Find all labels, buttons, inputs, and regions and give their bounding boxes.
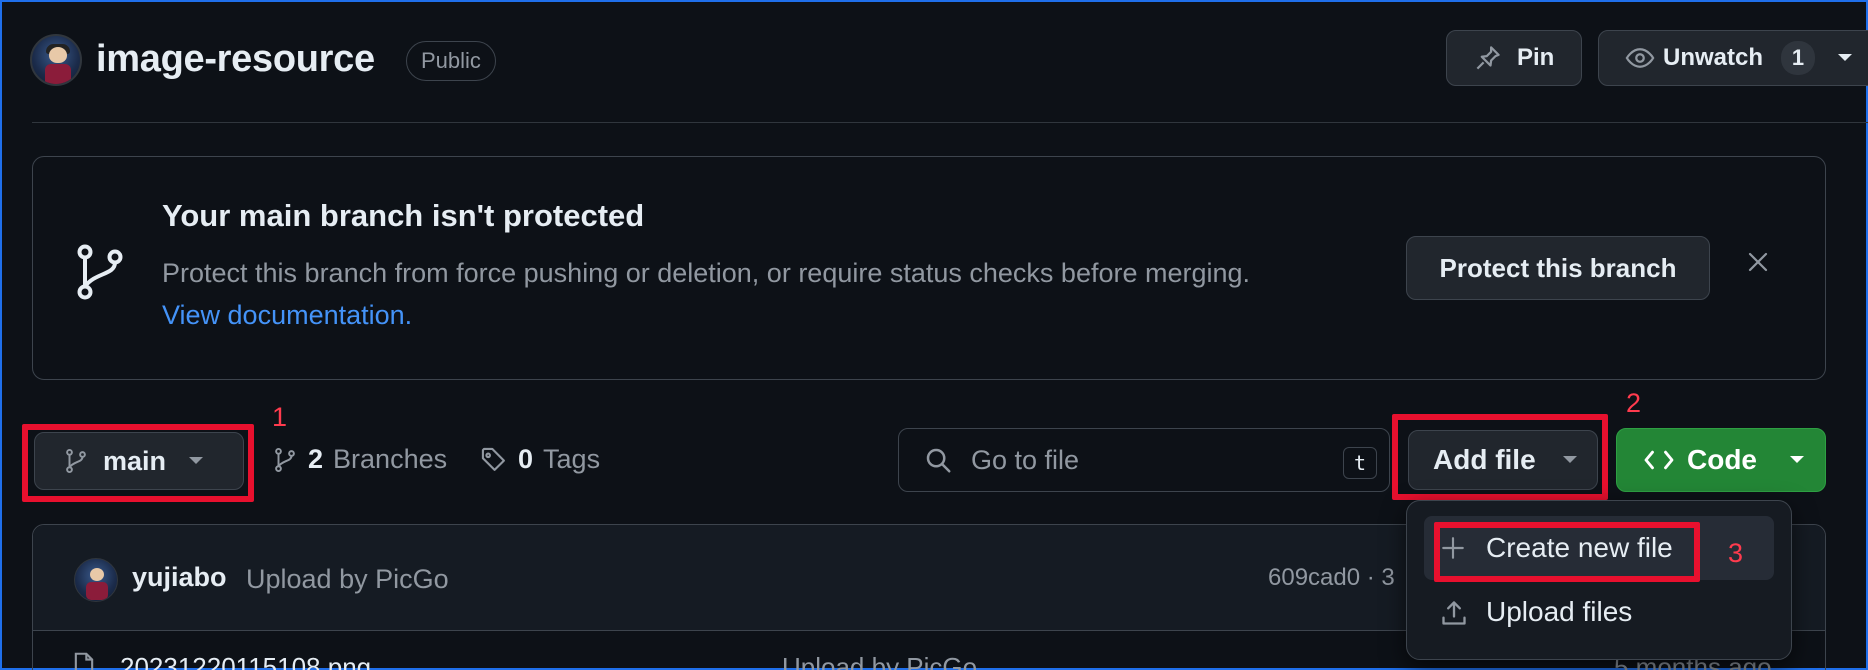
- tags-count: 0: [518, 444, 534, 474]
- file-icon: [72, 652, 96, 670]
- annotation-number-1: 1: [272, 402, 288, 432]
- upload-files-label[interactable]: Upload files: [1486, 596, 1632, 628]
- annotation-number-3: 3: [1728, 538, 1744, 568]
- close-icon[interactable]: [1746, 250, 1770, 274]
- annotation-box-1: [22, 424, 254, 502]
- banner-description-text: Protect this branch from force pushing o…: [162, 258, 1251, 288]
- visibility-badge: Public: [406, 41, 496, 81]
- avatar[interactable]: [74, 558, 118, 602]
- git-branch-icon: [70, 242, 130, 302]
- go-to-file-search[interactable]: t: [898, 428, 1390, 492]
- pin-label: Pin: [1517, 44, 1555, 71]
- shortcut-key: t: [1343, 447, 1377, 479]
- commit-message[interactable]: Upload by PicGo: [246, 564, 449, 595]
- banner-title: Your main branch isn't protected: [162, 198, 645, 233]
- eye-icon: [1625, 43, 1655, 73]
- tag-icon: [480, 446, 508, 474]
- pin-icon: [1473, 43, 1503, 73]
- header-divider: [32, 122, 1868, 123]
- watch-count: 1: [1781, 41, 1816, 75]
- code-button[interactable]: Code: [1616, 428, 1826, 492]
- upload-icon: [1440, 599, 1468, 627]
- commit-author[interactable]: yujiabo: [132, 562, 227, 593]
- chevron-down-icon[interactable]: [1837, 53, 1853, 63]
- pin-button[interactable]: Pin: [1446, 30, 1582, 86]
- annotation-box-3: [1434, 522, 1700, 582]
- chevron-down-icon: [1789, 455, 1805, 465]
- file-name[interactable]: 20231220115108.png: [120, 652, 371, 670]
- branches-count: 2: [308, 444, 324, 474]
- protect-branch-button[interactable]: Protect this branch: [1406, 236, 1710, 300]
- search-input[interactable]: [971, 444, 1331, 476]
- file-commit-message[interactable]: Upload by PicGo: [782, 652, 977, 670]
- view-documentation-link[interactable]: View documentation.: [162, 300, 412, 330]
- git-branch-icon: [272, 447, 298, 473]
- branches-label: Branches: [333, 444, 448, 474]
- owner-avatar[interactable]: [30, 34, 82, 86]
- code-icon: [1643, 447, 1675, 473]
- code-label: Code: [1687, 444, 1757, 475]
- banner-description: Protect this branch from force pushing o…: [162, 252, 1282, 336]
- search-icon: [923, 445, 953, 475]
- annotation-number-2: 2: [1626, 388, 1642, 418]
- commit-hash[interactable]: 609cad0 · 3: [1268, 564, 1395, 592]
- tags-label: Tags: [543, 444, 601, 474]
- watch-label: Unwatch: [1663, 44, 1764, 71]
- repo-name[interactable]: image-resource: [96, 38, 375, 81]
- tags-link[interactable]: 0 Tags: [480, 444, 600, 475]
- annotation-box-2: [1392, 414, 1608, 500]
- watch-button[interactable]: Unwatch 1: [1598, 30, 1868, 86]
- branches-link[interactable]: 2 Branches: [272, 444, 447, 475]
